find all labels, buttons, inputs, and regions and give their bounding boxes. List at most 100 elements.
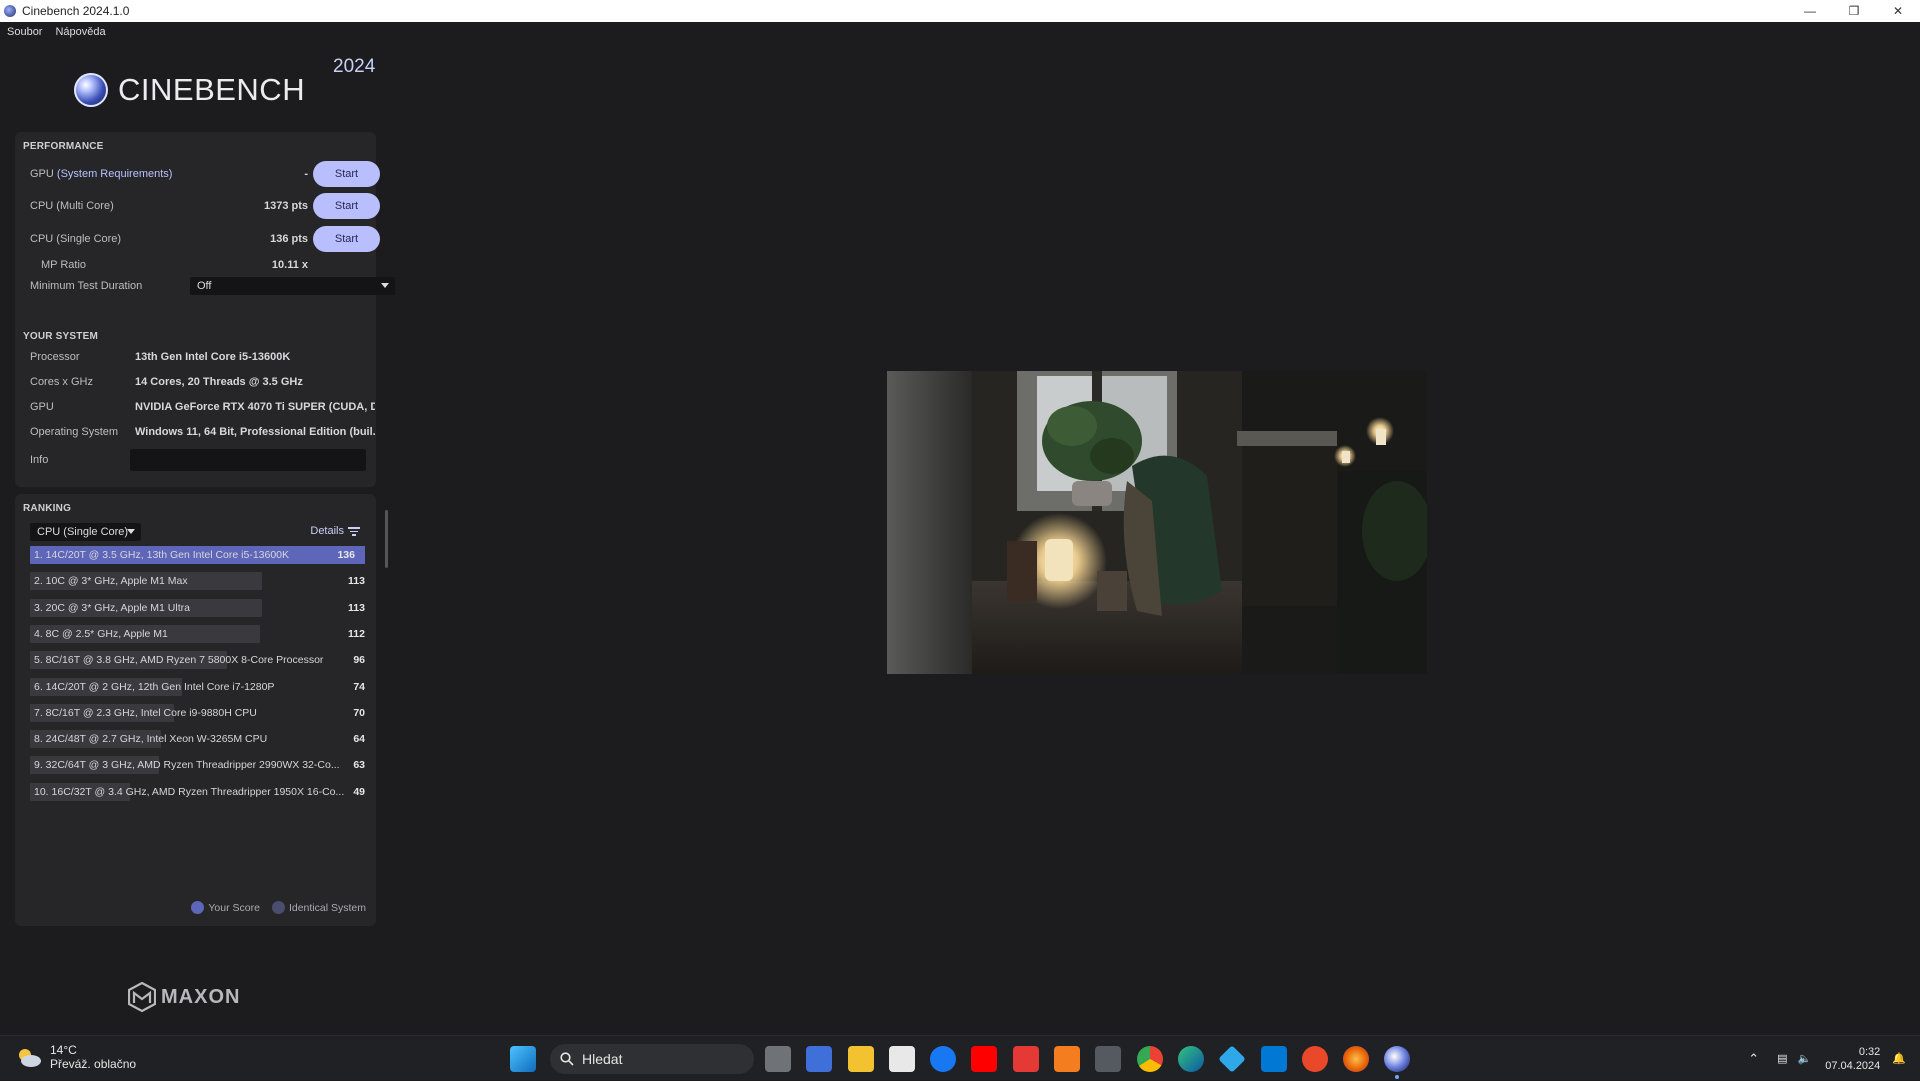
gpu-start-button[interactable]: Start xyxy=(313,161,380,187)
logo-year: 2024 xyxy=(333,56,376,77)
info-label: Info xyxy=(30,454,49,466)
details-button[interactable]: Details xyxy=(310,525,360,537)
render-preview-image xyxy=(887,371,1427,674)
system-requirements-link[interactable]: (System Requirements) xyxy=(57,168,173,180)
file-explorer-icon[interactable] xyxy=(847,1046,874,1072)
settings-gear-icon[interactable] xyxy=(1095,1046,1122,1072)
weather-condition: Převáž. oblačno xyxy=(50,1057,137,1071)
cpu-multi-label: CPU (Multi Core) xyxy=(30,200,114,212)
cpu-single-row: CPU (Single Core) 136 pts Start xyxy=(30,226,380,252)
weather-widget[interactable]: 14°C Převáž. oblačno xyxy=(16,1043,136,1071)
your-system-card: YOUR SYSTEM Processor 13th Gen Intel Cor… xyxy=(15,322,376,487)
ranking-row[interactable]: 2. 10C @ 3* GHz, Apple M1 Max 113 xyxy=(30,572,365,591)
ranking-score: 96 xyxy=(353,654,365,667)
menu-bar: Soubor Nápověda xyxy=(0,22,1920,42)
ranking-label: 1. 14C/20T @ 3.5 GHz, 13th Gen Intel Cor… xyxy=(34,549,290,561)
volume-icon[interactable]: 🔈 xyxy=(1798,1052,1812,1065)
clock[interactable]: 0:32 07.04.2024 xyxy=(1825,1045,1880,1073)
system-key: Operating System xyxy=(30,426,119,438)
taskbar-search[interactable]: Hledat xyxy=(550,1044,754,1074)
windows-start-icon[interactable] xyxy=(510,1046,536,1072)
mp-ratio-row: MP Ratio 10.11 x xyxy=(30,252,380,278)
cpu-single-start-button[interactable]: Start xyxy=(313,226,380,252)
info-input[interactable] xyxy=(130,449,366,471)
filter-icon xyxy=(348,526,360,536)
identical-system-dot-icon xyxy=(271,901,285,914)
min-duration-label: Minimum Test Duration xyxy=(30,280,143,292)
ranking-label: 3. 20C @ 3* GHz, Apple M1 Ultra xyxy=(34,601,190,614)
ranking-test-dropdown[interactable]: CPU (Single Core) xyxy=(30,523,141,541)
ranking-card: RANKING CPU (Single Core) Details 1. 14C… xyxy=(15,494,376,926)
kodi-icon[interactable] xyxy=(1218,1045,1247,1073)
menu-napoveda[interactable]: Nápověda xyxy=(55,26,105,38)
weather-temperature: 14°C xyxy=(50,1043,77,1057)
ranking-label: 8. 24C/48T @ 2.7 GHz, Intel Xeon W-3265M… xyxy=(34,733,268,746)
mp-ratio-value: 10.11 x xyxy=(271,259,308,271)
ranking-score: 70 xyxy=(353,706,365,719)
maxon-logo: MAXON xyxy=(128,982,240,1012)
menu-soubor[interactable]: Soubor xyxy=(7,26,42,38)
save-app-icon[interactable] xyxy=(806,1046,833,1072)
windows-app-icon[interactable] xyxy=(1260,1046,1287,1072)
ranking-scrollbar[interactable] xyxy=(385,510,388,568)
ea-app-icon[interactable] xyxy=(1301,1046,1328,1072)
ranking-row[interactable]: 6. 14C/20T @ 2 GHz, 12th Gen Intel Core … xyxy=(30,677,365,696)
partly-cloudy-icon xyxy=(19,1049,41,1067)
notification-bell-icon[interactable]: 🔔 xyxy=(1892,1052,1906,1065)
cinebench-logo: CINEBENCH xyxy=(74,72,305,108)
restore-button[interactable]: ❐ xyxy=(1832,0,1876,22)
cinebench-sphere-icon xyxy=(74,73,108,107)
ranking-row[interactable]: 3. 20C @ 3* GHz, Apple M1 Ultra 113 xyxy=(30,598,365,617)
ranking-row[interactable]: 10. 16C/32T @ 3.4 GHz, AMD Ryzen Threadr… xyxy=(30,782,365,801)
your-score-dot-icon xyxy=(191,901,205,914)
ranking-row[interactable]: 5. 8C/16T @ 3.8 GHz, AMD Ryzen 7 5800X 8… xyxy=(30,651,365,670)
ranking-row[interactable]: 9. 32C/64T @ 3 GHz, AMD Ryzen Threadripp… xyxy=(30,756,365,775)
facebook-icon[interactable] xyxy=(930,1046,957,1072)
chevron-up-icon[interactable]: ⌃ xyxy=(1748,1051,1759,1067)
ranking-row[interactable]: 8. 24C/48T @ 2.7 GHz, Intel Xeon W-3265M… xyxy=(30,730,365,749)
ranking-label: 5. 8C/16T @ 3.8 GHz, AMD Ryzen 7 5800X 8… xyxy=(34,654,324,667)
network-icon[interactable]: ▤ xyxy=(1777,1052,1787,1065)
cinebench-taskbar-icon[interactable] xyxy=(1384,1046,1411,1072)
gpu-row: GPU (System Requirements) - Start xyxy=(30,161,380,187)
min-duration-row: Minimum Test Duration Off xyxy=(30,277,395,295)
title-bar: Cinebench 2024.1.0 — ❐ ✕ xyxy=(0,0,1920,22)
gpu-score: - xyxy=(304,168,308,180)
firefox-icon[interactable] xyxy=(1343,1046,1370,1072)
clock-date: 07.04.2024 xyxy=(1825,1059,1881,1072)
task-view-icon[interactable] xyxy=(765,1046,791,1072)
mail-app-icon[interactable] xyxy=(1012,1046,1039,1072)
your-system-header: YOUR SYSTEM xyxy=(23,331,98,342)
chevron-down-icon xyxy=(381,283,389,288)
system-key: Cores x GHz xyxy=(30,376,93,388)
ranking-score: 112 xyxy=(348,627,365,640)
legend-identical-system: Identical System xyxy=(288,901,366,914)
ranking-row[interactable]: 7. 8C/16T @ 2.3 GHz, Intel Core i9-9880H… xyxy=(30,703,365,722)
edge-icon[interactable] xyxy=(1177,1046,1204,1072)
ranking-score: 136 xyxy=(309,546,365,564)
chrome-icon[interactable] xyxy=(1136,1046,1163,1072)
mp-ratio-label: MP Ratio xyxy=(41,259,87,271)
ranking-label: 7. 8C/16T @ 2.3 GHz, Intel Core i9-9880H… xyxy=(34,706,257,719)
ranking-score: 63 xyxy=(353,759,365,772)
app-icon[interactable] xyxy=(1054,1046,1081,1072)
ranking-score: 74 xyxy=(353,680,365,693)
ranking-label: 4. 8C @ 2.5* GHz, Apple M1 xyxy=(34,627,168,640)
maxon-text: MAXON xyxy=(161,985,241,1008)
microsoft-store-icon[interactable] xyxy=(888,1046,915,1072)
ranking-row[interactable]: 4. 8C @ 2.5* GHz, Apple M1 112 xyxy=(30,624,365,643)
system-value: 14 Cores, 20 Threads @ 3.5 GHz xyxy=(135,376,303,388)
details-label: Details xyxy=(310,525,344,537)
close-button[interactable]: ✕ xyxy=(1876,0,1920,22)
pinned-apps xyxy=(765,1045,1426,1073)
ranking-label: 6. 14C/20T @ 2 GHz, 12th Gen Intel Core … xyxy=(34,680,275,693)
cpu-single-score: 136 pts xyxy=(270,233,308,245)
youtube-icon[interactable] xyxy=(971,1046,998,1072)
cpu-multi-start-button[interactable]: Start xyxy=(313,193,380,219)
system-tray: ⌃ ▤ 🔈 0:32 07.04.2024 🔔 xyxy=(1748,1036,1920,1081)
min-duration-dropdown[interactable]: Off xyxy=(190,277,395,295)
ranking-row[interactable]: 1. 14C/20T @ 3.5 GHz, 13th Gen Intel Cor… xyxy=(30,546,365,564)
min-duration-value: Off xyxy=(197,280,212,292)
minimize-button[interactable]: — xyxy=(1788,0,1832,22)
cpu-multi-score: 1373 pts xyxy=(263,200,308,212)
